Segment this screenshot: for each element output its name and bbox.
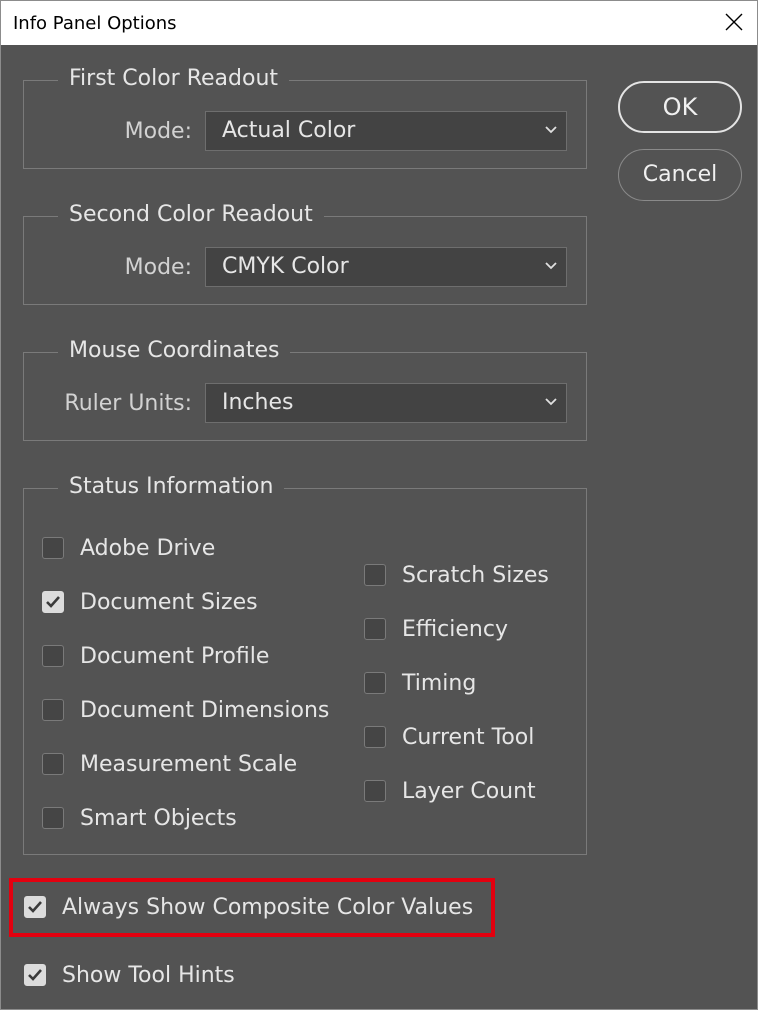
checkbox-scratch-sizes[interactable]: Scratch Sizes — [364, 560, 549, 590]
checkbox-checked-icon[interactable] — [24, 964, 46, 986]
second-color-readout-group: Second Color Readout Mode: CMYK Color — [23, 200, 587, 305]
checkbox-unchecked-icon[interactable] — [364, 780, 386, 802]
status-information-legend: Status Information — [58, 472, 285, 502]
checkbox-unchecked-icon[interactable] — [364, 672, 386, 694]
checkbox-document-sizes[interactable]: Document Sizes — [42, 587, 258, 617]
checkbox-label: Document Profile — [80, 643, 270, 669]
checkbox-current-tool[interactable]: Current Tool — [364, 722, 534, 752]
checkbox-adobe-drive[interactable]: Adobe Drive — [42, 533, 215, 563]
ruler-units-label: Ruler Units: — [64, 391, 192, 416]
checkbox-measurement-scale[interactable]: Measurement Scale — [42, 749, 297, 779]
checkmark-icon — [46, 596, 60, 608]
first-color-mode-value: Actual Color — [222, 118, 356, 143]
checkbox-unchecked-icon[interactable] — [364, 726, 386, 748]
first-color-readout-group: First Color Readout Mode: Actual Color — [23, 64, 587, 169]
checkbox-label: Timing — [402, 670, 477, 696]
checkbox-unchecked-icon[interactable] — [364, 618, 386, 640]
checkbox-unchecked-icon[interactable] — [42, 699, 64, 721]
checkbox-smart-objects[interactable]: Smart Objects — [42, 803, 237, 833]
checkbox-always-show-composite-color-values[interactable]: Always Show Composite Color Values — [24, 892, 473, 922]
checkbox-label: Layer Count — [402, 778, 536, 804]
close-button[interactable] — [711, 1, 757, 45]
checkbox-unchecked-icon[interactable] — [42, 753, 64, 775]
dialog-title: Info Panel Options — [13, 13, 177, 34]
checkbox-layer-count[interactable]: Layer Count — [364, 776, 536, 806]
checkbox-label: Document Sizes — [80, 589, 258, 615]
first-color-mode-select[interactable]: Actual Color — [205, 111, 567, 151]
ruler-units-value: Inches — [222, 390, 294, 415]
second-color-mode-select[interactable]: CMYK Color — [205, 247, 567, 287]
checkbox-label: Current Tool — [402, 724, 535, 750]
second-color-mode-label: Mode: — [124, 255, 192, 280]
checkbox-label: Always Show Composite Color Values — [62, 894, 474, 920]
info-panel-options-dialog: Info Panel Options First Color Readout M… — [0, 0, 758, 1010]
close-icon — [725, 13, 743, 31]
checkbox-label: Scratch Sizes — [402, 562, 549, 588]
chevron-down-icon — [545, 398, 557, 406]
status-information-group: Status Information Adobe Drive Document S… — [23, 472, 587, 855]
mouse-coordinates-group: Mouse Coordinates Ruler Units: Inches — [23, 336, 587, 441]
checkbox-document-dimensions[interactable]: Document Dimensions — [42, 695, 329, 725]
checkbox-label: Efficiency — [402, 616, 508, 642]
chevron-down-icon — [545, 262, 557, 270]
checkbox-label: Document Dimensions — [80, 697, 330, 723]
checkmark-icon — [28, 901, 42, 913]
checkbox-unchecked-icon[interactable] — [42, 807, 64, 829]
second-color-readout-legend: Second Color Readout — [58, 200, 324, 230]
checkbox-unchecked-icon[interactable] — [42, 645, 64, 667]
checkbox-label: Smart Objects — [80, 805, 237, 831]
checkbox-label: Adobe Drive — [80, 535, 216, 561]
checkbox-checked-icon[interactable] — [42, 591, 64, 613]
cancel-button[interactable]: Cancel — [618, 149, 742, 201]
first-color-mode-label: Mode: — [124, 119, 192, 144]
dialog-content: First Color Readout Mode: Actual Color S… — [1, 45, 757, 1009]
checkbox-document-profile[interactable]: Document Profile — [42, 641, 269, 671]
checkbox-label: Show Tool Hints — [62, 962, 235, 988]
checkbox-show-tool-hints[interactable]: Show Tool Hints — [24, 960, 235, 990]
checkbox-unchecked-icon[interactable] — [364, 564, 386, 586]
checkbox-timing[interactable]: Timing — [364, 668, 476, 698]
checkbox-unchecked-icon[interactable] — [42, 537, 64, 559]
title-bar: Info Panel Options — [1, 1, 757, 45]
first-color-readout-legend: First Color Readout — [58, 64, 290, 94]
mouse-coordinates-legend: Mouse Coordinates — [58, 336, 291, 366]
ok-button[interactable]: OK — [618, 81, 742, 133]
checkbox-label: Measurement Scale — [80, 751, 298, 777]
chevron-down-icon — [545, 126, 557, 134]
checkbox-efficiency[interactable]: Efficiency — [364, 614, 508, 644]
ruler-units-select[interactable]: Inches — [205, 383, 567, 423]
checkmark-icon — [28, 969, 42, 981]
second-color-mode-value: CMYK Color — [222, 254, 349, 279]
checkbox-checked-icon[interactable] — [24, 896, 46, 918]
